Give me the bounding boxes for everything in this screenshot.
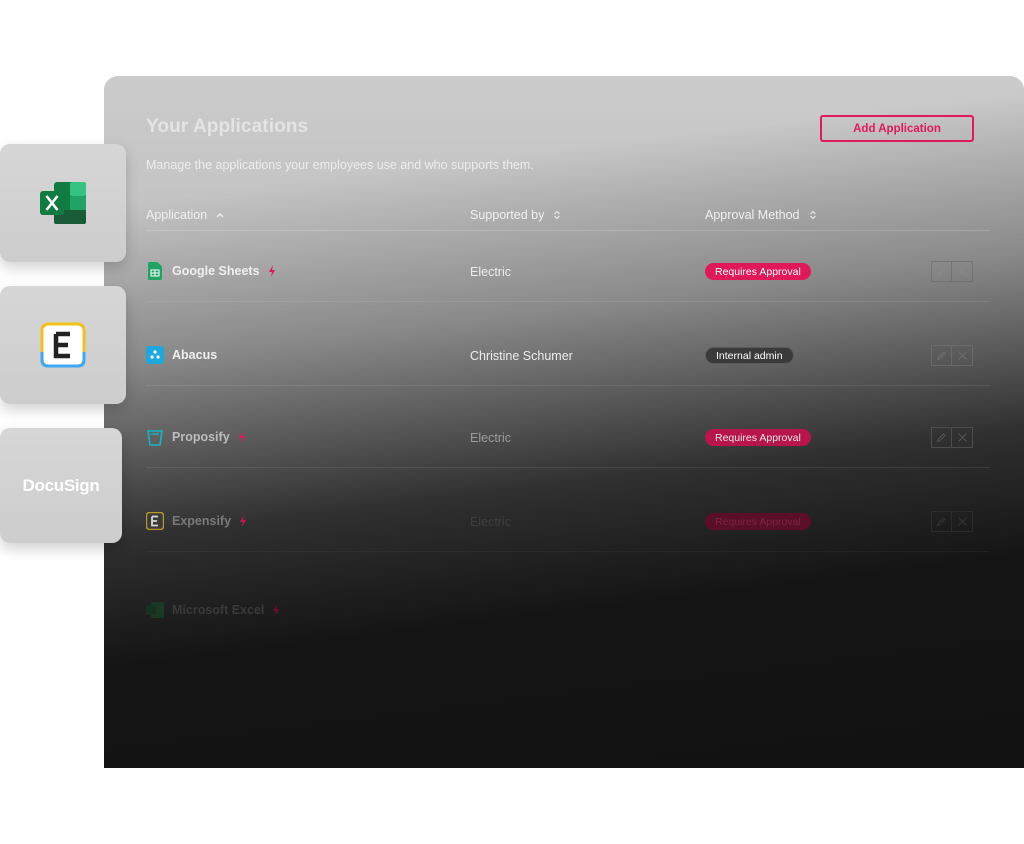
sort-ascending-icon — [216, 213, 224, 218]
google-sheets-icon — [146, 262, 164, 280]
delete-button[interactable] — [952, 261, 973, 282]
close-icon — [957, 433, 967, 442]
sort-icon — [554, 210, 561, 220]
approval-badge: Requires Approval — [705, 429, 811, 446]
supported-by: Electric — [470, 515, 511, 529]
page-subtitle: Manage the applications your employees u… — [146, 158, 534, 172]
close-icon — [957, 517, 967, 526]
expensify-app-card — [0, 286, 126, 404]
table-row[interactable]: Google Sheets Electric Requires Approval — [104, 242, 1024, 302]
close-icon — [957, 267, 967, 276]
proposify-icon — [146, 428, 164, 446]
delete-button[interactable] — [952, 511, 973, 532]
docusign-app-card: DocuSign — [0, 428, 122, 543]
pencil-icon — [936, 433, 946, 443]
sort-icon — [809, 210, 816, 220]
abacus-icon — [146, 346, 164, 364]
table-header: Application Supported by Approval Method — [104, 202, 1024, 228]
add-application-button[interactable]: Add Application — [820, 115, 974, 142]
column-header-supported-by[interactable]: Supported by — [470, 208, 562, 222]
pencil-icon — [936, 267, 946, 277]
docusign-logo: DocuSign — [22, 475, 100, 495]
edit-button[interactable] — [931, 427, 952, 448]
expensify-icon — [40, 322, 86, 368]
expensify-icon — [146, 512, 164, 530]
supported-by: Christine Schumer — [470, 349, 573, 363]
table-row[interactable]: Proposify Electric Requires Approval — [104, 408, 1024, 468]
table-row[interactable]: Abacus Christine Schumer Internal admin — [104, 326, 1024, 386]
app-name: Abacus — [172, 348, 218, 362]
table-row[interactable]: Microsoft Excel — [104, 581, 1024, 641]
microsoft-excel-icon — [146, 601, 164, 619]
edit-button[interactable] — [931, 261, 952, 282]
approval-badge: Requires Approval — [705, 513, 811, 530]
pencil-icon — [936, 351, 946, 361]
approval-badge: Internal admin — [705, 347, 794, 364]
app-name: Microsoft Excel — [172, 603, 265, 617]
edit-button[interactable] — [931, 511, 952, 532]
bolt-icon — [240, 515, 247, 527]
bolt-icon — [273, 604, 280, 616]
excel-app-card — [0, 144, 126, 262]
microsoft-excel-icon — [40, 182, 86, 224]
delete-button[interactable] — [952, 427, 973, 448]
delete-button[interactable] — [952, 345, 973, 366]
supported-by: Electric — [470, 431, 511, 445]
app-name: Google Sheets — [172, 264, 260, 278]
edit-button[interactable] — [931, 345, 952, 366]
column-header-approval-method[interactable]: Approval Method — [705, 208, 818, 222]
applications-panel: Your Applications Manage the application… — [104, 76, 1024, 768]
app-name: Expensify — [172, 514, 232, 528]
header-divider — [146, 230, 990, 231]
page-title: Your Applications — [146, 116, 309, 137]
column-header-application[interactable]: Application — [146, 208, 225, 222]
supported-by: Electric — [470, 265, 511, 279]
bolt-icon — [238, 431, 245, 443]
pencil-icon — [936, 517, 946, 527]
close-icon — [957, 351, 967, 360]
bolt-icon — [268, 265, 275, 277]
table-row[interactable]: Expensify Electric Requires Approval — [104, 492, 1024, 552]
approval-badge: Requires Approval — [705, 263, 811, 280]
app-name: Proposify — [172, 430, 230, 444]
